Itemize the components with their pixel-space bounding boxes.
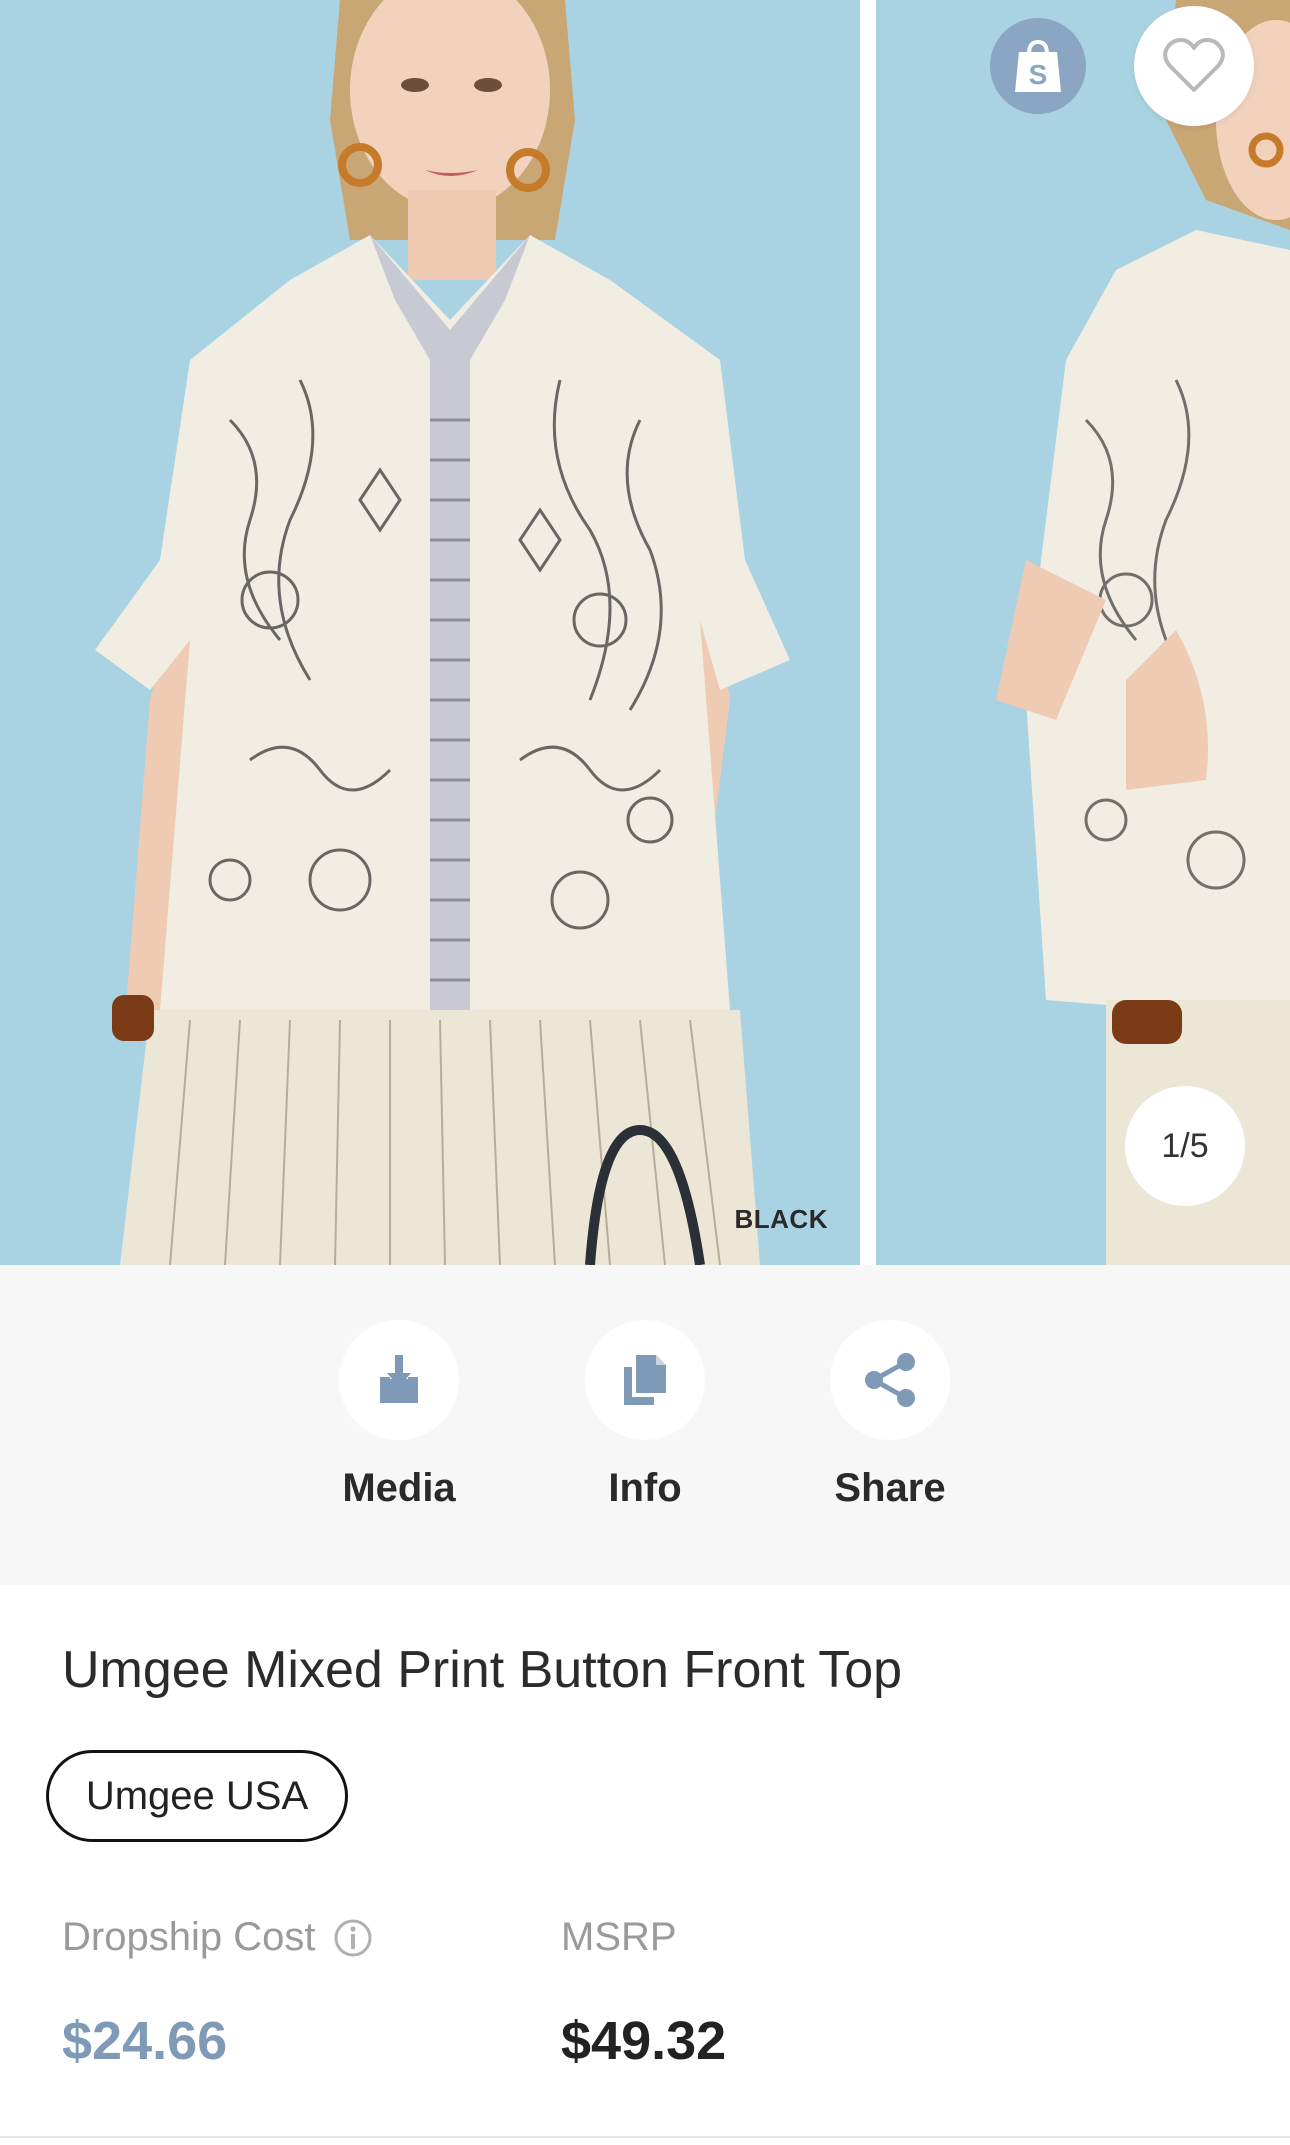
slide-indicator: 1/5 — [1125, 1086, 1245, 1206]
info-button-circle[interactable] — [585, 1320, 705, 1440]
media-button-label: Media — [342, 1466, 456, 1510]
model-photo-front — [0, 0, 860, 1265]
product-image-side[interactable] — [876, 0, 1290, 1265]
info-circle-icon[interactable] — [333, 1918, 373, 1958]
dropship-cost-label: Dropship Cost — [62, 1915, 373, 1960]
dropship-cost-label-text: Dropship Cost — [62, 1915, 316, 1959]
color-variant-label: BLACK — [734, 1204, 828, 1234]
download-icon — [380, 1355, 418, 1403]
media-button[interactable]: Media — [309, 1320, 489, 1511]
product-action-bar: Media Info Share — [0, 1265, 1290, 1585]
dropship-cost-value: $24.66 — [62, 2011, 228, 2071]
divider — [0, 2136, 1290, 2138]
documents-icon — [624, 1355, 666, 1405]
info-button-label: Info — [608, 1466, 682, 1510]
brand-chip[interactable]: Umgee USA — [46, 1750, 348, 1842]
product-title: Umgee Mixed Print Button Front Top — [62, 1641, 903, 1699]
info-button[interactable]: Info — [555, 1320, 735, 1511]
favorite-button[interactable] — [1134, 6, 1254, 126]
share-button-label: Share — [834, 1466, 946, 1510]
media-button-circle[interactable] — [339, 1320, 459, 1440]
share-button-circle[interactable] — [830, 1320, 950, 1440]
shopify-bag-icon[interactable]: S — [990, 18, 1086, 114]
model-photo-side — [876, 0, 1290, 1265]
product-image-carousel[interactable]: BLACK S 1/5 — [0, 0, 1290, 1265]
svg-text:S: S — [1029, 59, 1048, 90]
heart-icon — [1163, 38, 1225, 92]
share-icon — [865, 1353, 915, 1407]
share-button[interactable]: Share — [800, 1320, 980, 1511]
msrp-label: MSRP — [561, 1915, 677, 1959]
product-image-front[interactable]: BLACK — [0, 0, 860, 1265]
msrp-value: $49.32 — [561, 2011, 727, 2071]
